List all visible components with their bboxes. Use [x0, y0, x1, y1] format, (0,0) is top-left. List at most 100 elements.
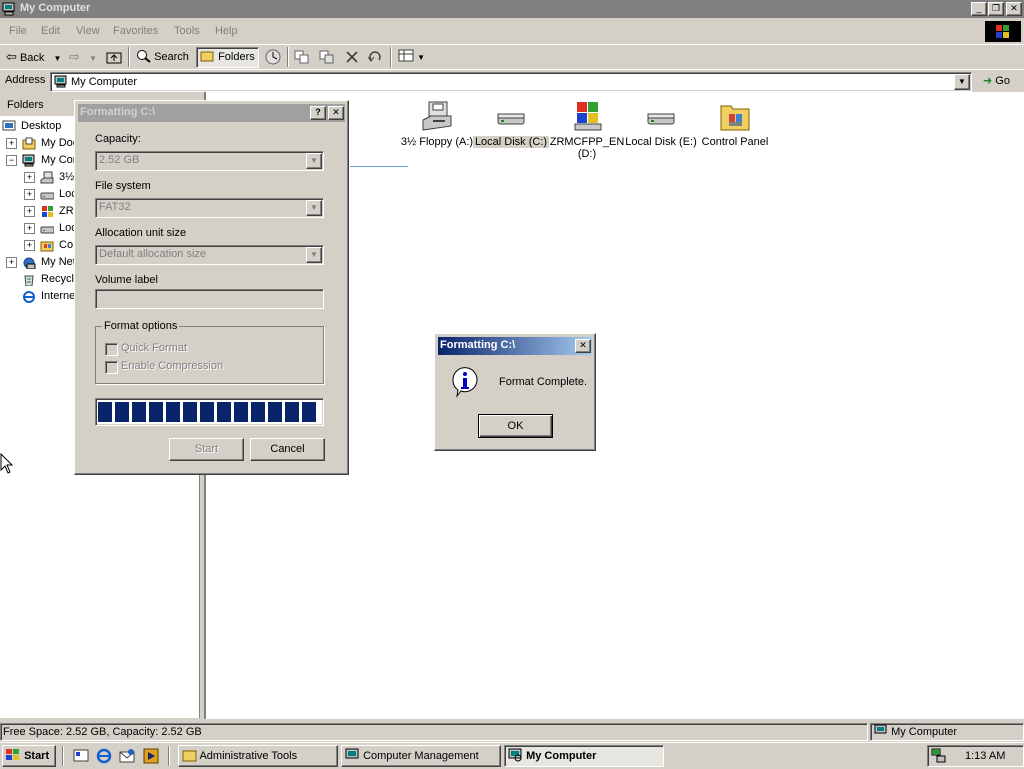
menu-file[interactable]: File [9, 25, 27, 37]
drive-label: ZRMCFPP_EN (D:) [549, 136, 625, 160]
undo-icon[interactable] [367, 50, 383, 64]
outlook-express-icon[interactable] [119, 748, 135, 764]
control-panel-icon [40, 241, 54, 252]
copy-to-icon[interactable] [319, 50, 335, 64]
back-button[interactable]: ⇦ Back ▼ [6, 49, 61, 65]
format-dialog-title-bar[interactable]: Formatting C:\ ? ✕ [78, 104, 345, 122]
progress-segment [268, 402, 282, 422]
menu-view[interactable]: View [76, 25, 100, 37]
address-value: My Computer [71, 76, 138, 88]
chevron-down-icon: ▼ [306, 200, 322, 216]
my-computer-icon [54, 75, 67, 88]
capacity-value: 2.52 GB [99, 154, 140, 166]
start-menu-button[interactable]: Start [2, 745, 56, 767]
cd-icon [42, 206, 53, 217]
views-button[interactable]: ▼ [398, 49, 425, 65]
drive-floppy-a[interactable]: 3½ Floppy (A:) [398, 100, 476, 148]
drive-cd-d[interactable]: ZRMCFPP_EN (D:) [548, 100, 626, 160]
menu-favorites[interactable]: Favorites [113, 25, 158, 37]
status-panel-zone: My Computer [870, 723, 1024, 741]
network-connection-icon[interactable] [931, 748, 947, 764]
format-dialog: Formatting C:\ ? ✕ Capacity: 2.52 GB ▼ F… [74, 100, 349, 475]
go-button[interactable]: ➜ Go [983, 74, 1010, 87]
window-title-bar[interactable]: My Computer _ ❐ ✕ [0, 0, 1024, 18]
drive-local-e[interactable]: Local Disk (E:) [622, 100, 700, 148]
move-to-icon[interactable] [294, 50, 310, 64]
menu-tools[interactable]: Tools [174, 25, 200, 37]
expand-icon[interactable]: + [24, 223, 35, 234]
taskbar-button-administrative-tools[interactable]: Administrative Tools [178, 745, 338, 767]
progress-segment [115, 402, 129, 422]
quick-format-checkbox[interactable] [105, 343, 118, 356]
search-icon [137, 50, 151, 63]
progress-segment [251, 402, 265, 422]
help-button[interactable]: ? [310, 106, 326, 120]
ok-button[interactable]: OK [478, 414, 553, 438]
back-arrow-icon: ⇦ [6, 49, 17, 64]
address-bar: Address My Computer ▼ ➜ Go [0, 69, 1024, 93]
start-button[interactable]: Start [169, 438, 244, 461]
views-dropdown-icon: ▼ [417, 53, 425, 62]
forward-button[interactable]: ⇨ ▼ [69, 49, 97, 65]
expand-icon[interactable]: + [24, 189, 35, 200]
internet-explorer-icon[interactable] [96, 748, 112, 764]
windows-flag-icon [6, 749, 19, 760]
cancel-button[interactable]: Cancel [250, 438, 325, 461]
message-box-close-button[interactable]: ✕ [575, 339, 591, 353]
my-computer-icon [2, 2, 15, 16]
pane-divider-line [350, 166, 408, 167]
my-computer-icon [22, 154, 35, 167]
up-folder-icon[interactable] [106, 50, 122, 64]
address-dropdown-button[interactable]: ▼ [954, 74, 970, 90]
control-panel-folder[interactable]: Control Panel [696, 100, 774, 148]
format-dialog-close-button[interactable]: ✕ [328, 106, 344, 120]
drive-local-c[interactable]: Local Disk (C:) [472, 100, 550, 148]
taskbar-button-my-computer[interactable]: My Computer [504, 745, 664, 767]
tree-item-label: ZR [59, 205, 74, 217]
folders-button[interactable]: Folders [196, 47, 259, 68]
menu-edit[interactable]: Edit [41, 25, 60, 37]
go-arrow-icon: ➜ [983, 75, 993, 87]
minimize-button[interactable]: _ [971, 2, 987, 16]
back-dropdown-icon[interactable]: ▼ [54, 54, 62, 63]
restore-button[interactable]: ❐ [988, 2, 1004, 16]
taskbar-button-computer-management[interactable]: Computer Management [341, 745, 501, 767]
drive-icon [40, 192, 54, 200]
file-system-select[interactable]: FAT32 ▼ [95, 198, 324, 218]
progress-segment [149, 402, 163, 422]
close-button[interactable]: ✕ [1006, 2, 1022, 16]
show-desktop-icon[interactable] [73, 748, 89, 764]
chevron-down-icon: ▼ [306, 153, 322, 169]
standard-toolbar: ⇦ Back ▼ ⇨ ▼ Search Folders ▼ [0, 44, 1024, 70]
tree-item-label: 3½ [59, 171, 75, 183]
expand-icon[interactable]: + [24, 172, 35, 183]
tree-item-label: Desktop [21, 120, 62, 132]
media-player-icon[interactable] [143, 748, 159, 764]
windows-logo [985, 21, 1021, 42]
menu-help[interactable]: Help [215, 25, 238, 37]
forward-dropdown-icon[interactable]: ▼ [89, 54, 97, 63]
capacity-select[interactable]: 2.52 GB ▼ [95, 151, 324, 171]
start-label: Start [24, 750, 50, 762]
tree-item-label: My Doc [41, 137, 79, 149]
recycle-bin-icon [24, 275, 34, 286]
expand-icon[interactable]: + [6, 257, 17, 268]
search-label: Search [154, 51, 189, 63]
search-button[interactable]: Search [136, 49, 189, 65]
expand-icon[interactable]: + [24, 240, 35, 251]
expand-icon[interactable]: + [24, 206, 35, 217]
allocation-unit-select[interactable]: Default allocation size ▼ [95, 245, 324, 265]
history-icon[interactable] [265, 49, 281, 65]
address-input[interactable]: My Computer ▼ [50, 72, 972, 92]
back-label: Back [19, 52, 45, 64]
progress-segment [302, 402, 316, 422]
delete-icon[interactable] [345, 50, 359, 64]
volume-label-input[interactable] [95, 289, 324, 309]
collapse-icon[interactable]: − [6, 155, 17, 166]
message-box-title-bar[interactable]: Formatting C:\ ✕ [438, 337, 592, 355]
expand-icon[interactable]: + [6, 138, 17, 149]
hard-disk-icon [495, 100, 527, 134]
format-progress-bar [95, 398, 324, 426]
system-tray: 1:13 AM [927, 745, 1024, 767]
enable-compression-checkbox[interactable] [105, 361, 118, 374]
